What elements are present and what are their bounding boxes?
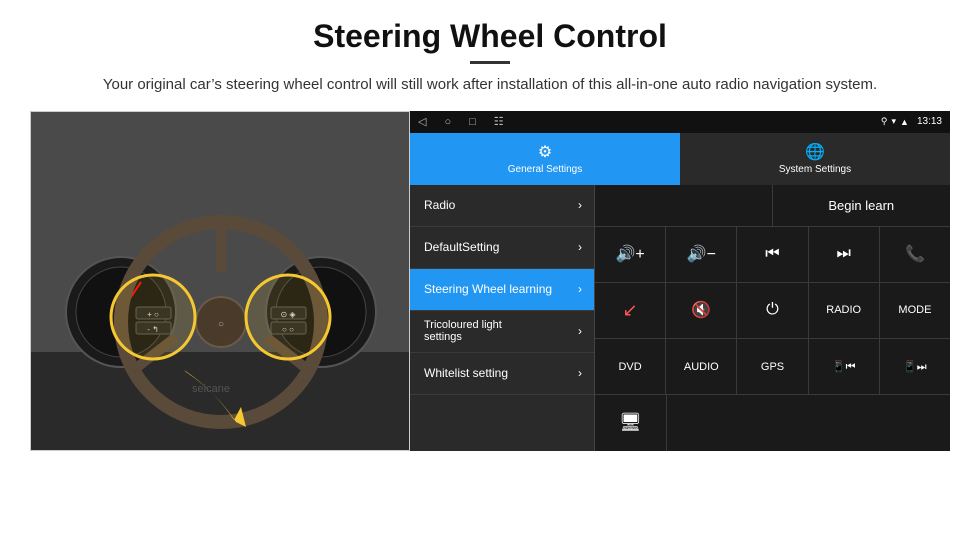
- next-track-icon: ⏭: [837, 245, 851, 263]
- dvd-label: DVD: [618, 361, 641, 373]
- menu-item-steering-arrow: ›: [578, 282, 582, 296]
- begin-learn-row: Begin learn: [595, 185, 950, 227]
- controls-row-1: 🔊+ 🔊− ⏮ ⏭ 📞: [595, 227, 950, 283]
- status-nav-bar: ◁ ○ □ ☷ ⚲ ▾ ▲ 13:13: [410, 111, 950, 133]
- location-icon: ⚲: [881, 116, 888, 127]
- menu-item-radio-label: Radio: [424, 198, 455, 212]
- tab-system-settings[interactable]: 🌐 System Settings: [680, 133, 950, 185]
- nav-cast-icon[interactable]: ☷: [494, 115, 504, 128]
- left-menu: Radio › DefaultSetting › Steering Wheel …: [410, 185, 595, 451]
- mute-icon: 🔇: [691, 300, 711, 320]
- content-row: ○ + ○ - ↰ ⊙ ◈ ○ ○: [30, 111, 950, 451]
- menu-item-default-label: DefaultSetting: [424, 240, 499, 254]
- mute-button[interactable]: 🔇: [666, 283, 737, 338]
- begin-learn-button[interactable]: Begin learn: [773, 185, 951, 226]
- tel-prev-icon: 📱⏮: [832, 360, 856, 374]
- controls-row-2: ↙ 🔇 ⏻ RADIO MODE: [595, 283, 950, 339]
- menu-item-tricoloured[interactable]: Tricoloured lightsettings ›: [410, 311, 594, 353]
- svg-text:○: ○: [218, 319, 224, 330]
- begin-learn-empty: [595, 185, 773, 226]
- controls-row-3: DVD AUDIO GPS 📱⏮ 📱⏭: [595, 339, 950, 395]
- radio-label: RADIO: [826, 304, 861, 316]
- tab-general-settings[interactable]: ⚙ General Settings: [410, 133, 680, 185]
- system-settings-label: System Settings: [779, 164, 851, 175]
- vol-up-button[interactable]: 🔊+: [595, 227, 666, 282]
- svg-text:seicane: seicane: [192, 383, 230, 395]
- hang-up-button[interactable]: ↙: [595, 283, 666, 338]
- list-icon: 🖥: [619, 412, 642, 433]
- menu-item-tricoloured-arrow: ›: [578, 324, 582, 338]
- audio-button[interactable]: AUDIO: [666, 339, 737, 394]
- signal-icon: ▲: [900, 117, 909, 127]
- general-settings-label: General Settings: [508, 164, 583, 175]
- next-track-button[interactable]: ⏭: [809, 227, 880, 282]
- page-subtitle: Your original car’s steering wheel contr…: [103, 74, 877, 97]
- title-divider: [470, 61, 510, 64]
- hang-up-icon: ↙: [623, 300, 638, 321]
- status-time: 13:13: [917, 116, 942, 127]
- mode-button[interactable]: MODE: [880, 283, 950, 338]
- tab-row: ⚙ General Settings 🌐 System Settings: [410, 133, 950, 185]
- right-panel: Begin learn 🔊+ 🔊− ⏮: [595, 185, 950, 451]
- vol-down-icon: 🔊−: [687, 244, 716, 264]
- prev-track-icon: ⏮: [765, 245, 779, 263]
- menu-item-radio[interactable]: Radio ›: [410, 185, 594, 227]
- power-icon: ⏻: [766, 301, 779, 319]
- page-title: Steering Wheel Control: [313, 18, 667, 55]
- tel-prev-button[interactable]: 📱⏮: [809, 339, 880, 394]
- prev-track-button[interactable]: ⏮: [737, 227, 808, 282]
- menu-item-steering[interactable]: Steering Wheel learning ›: [410, 269, 594, 311]
- menu-item-whitelist-arrow: ›: [578, 366, 582, 380]
- controls-row-4: 🖥: [595, 395, 950, 450]
- tel-next-icon: 📱⏭: [903, 360, 927, 374]
- wifi-icon: ▾: [892, 116, 897, 127]
- menu-item-radio-arrow: ›: [578, 198, 582, 212]
- status-icons: ⚲ ▾ ▲ 13:13: [881, 116, 942, 127]
- nav-recent-icon[interactable]: □: [469, 116, 476, 128]
- menu-item-whitelist-label: Whitelist setting: [424, 366, 508, 380]
- page-wrapper: Steering Wheel Control Your original car…: [0, 0, 980, 547]
- begin-learn-label: Begin learn: [828, 198, 894, 213]
- list-button[interactable]: 🖥: [595, 395, 667, 450]
- main-area: Radio › DefaultSetting › Steering Wheel …: [410, 185, 950, 451]
- vol-up-icon: 🔊+: [615, 244, 644, 264]
- car-steering-image: ○ + ○ - ↰ ⊙ ◈ ○ ○: [31, 112, 410, 451]
- menu-item-default-arrow: ›: [578, 240, 582, 254]
- nav-home-icon[interactable]: ○: [444, 116, 451, 128]
- system-settings-icon: 🌐: [805, 142, 825, 162]
- mode-label: MODE: [898, 304, 931, 316]
- power-button[interactable]: ⏻: [737, 283, 808, 338]
- gps-label: GPS: [761, 361, 784, 373]
- menu-item-whitelist[interactable]: Whitelist setting ›: [410, 353, 594, 395]
- audio-label: AUDIO: [684, 361, 719, 373]
- dvd-button[interactable]: DVD: [595, 339, 666, 394]
- car-image-area: ○ + ○ - ↰ ⊙ ◈ ○ ○: [30, 111, 410, 451]
- empty-space: [667, 395, 950, 450]
- menu-item-tricoloured-label: Tricoloured lightsettings: [424, 319, 502, 343]
- radio-mode-button[interactable]: RADIO: [809, 283, 880, 338]
- vol-down-button[interactable]: 🔊−: [666, 227, 737, 282]
- menu-item-steering-label: Steering Wheel learning: [424, 282, 552, 296]
- menu-item-default[interactable]: DefaultSetting ›: [410, 227, 594, 269]
- nav-buttons: ◁ ○ □ ☷: [418, 115, 504, 128]
- android-ui: ◁ ○ □ ☷ ⚲ ▾ ▲ 13:13 ⚙ General Settings: [410, 111, 950, 451]
- general-settings-icon: ⚙: [538, 142, 552, 162]
- nav-back-icon[interactable]: ◁: [418, 115, 426, 128]
- call-icon: 📞: [905, 244, 925, 264]
- tel-next-button[interactable]: 📱⏭: [880, 339, 950, 394]
- call-button[interactable]: 📞: [880, 227, 950, 282]
- gps-button[interactable]: GPS: [737, 339, 808, 394]
